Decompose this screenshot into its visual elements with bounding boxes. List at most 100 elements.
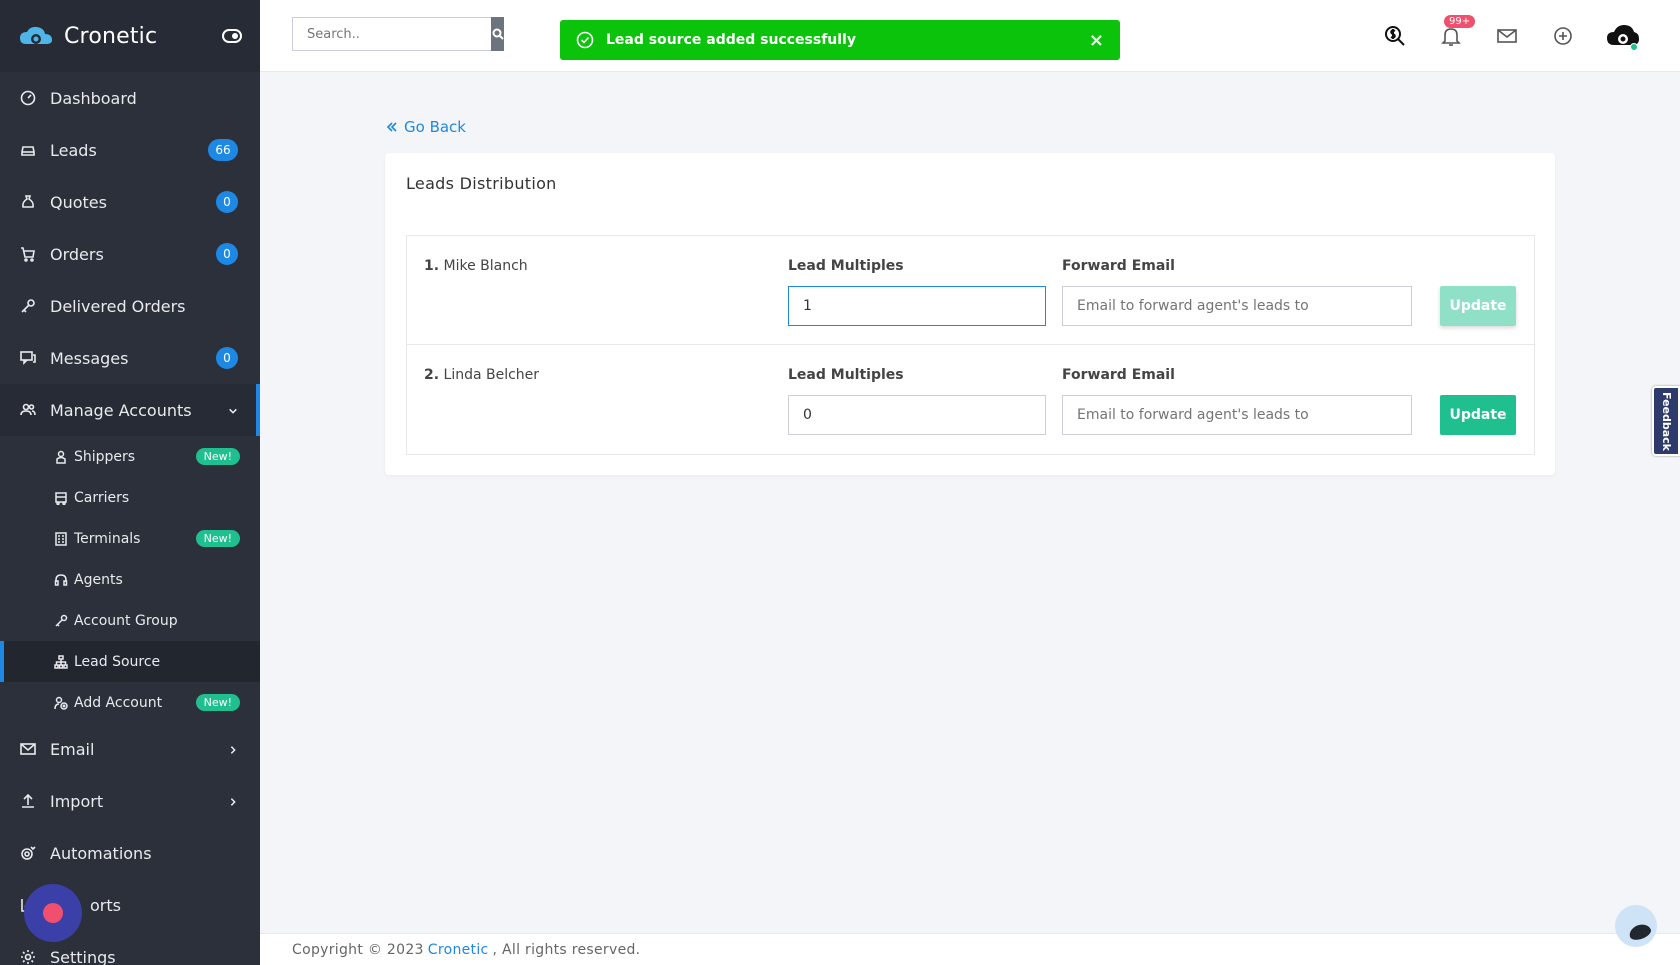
chat-widget-icon[interactable] [1615,905,1657,947]
success-toast: Lead source added successfully × [560,20,1120,60]
lead-multiples-input[interactable] [788,395,1046,435]
chevron-right-icon [228,796,238,806]
go-back-label: Go Back [404,118,466,136]
sidebar-item-manage-accounts[interactable]: Manage Accounts [0,384,260,436]
sidebar-subitem-label: Lead Source [74,653,161,670]
truck-icon [54,491,68,505]
headset-icon [54,573,68,587]
update-button[interactable]: Update [1440,286,1516,326]
agent-name: 2. Linda Belcher [424,367,539,383]
sidebar-item-email[interactable]: Email [0,723,260,775]
sidebar-item-label: Dashboard [50,88,137,108]
topbar: Lead source added successfully × 99+ [260,0,1680,72]
agent-name-text: Mike Blanch [443,258,528,274]
update-button[interactable]: Update [1440,395,1516,435]
sidebar-subitem-label: Shippers [74,448,136,465]
sidebar-item-label: Delivered Orders [50,296,186,316]
sidebar-item-label: Quotes [50,192,107,212]
sidebar-item-label: orts [90,895,121,915]
feedback-tab[interactable]: Feedback [1652,386,1680,456]
sidebar-item-label: Orders [50,244,104,264]
gear-icon [20,949,36,965]
cart-icon [20,246,36,262]
forward-email-input[interactable] [1062,286,1412,326]
sidebar-subitem-agents[interactable]: Agents [0,559,260,600]
sidebar-item-orders[interactable]: Orders 0 [0,228,260,280]
table-row: 1. Mike Blanch Lead Multiples Forward Em… [407,236,1534,345]
sidebar-subitem-label: Terminals [74,530,141,547]
sidebar-subitem-label: Account Group [74,612,178,629]
sidebar-item-label: Leads [50,140,97,160]
search-input[interactable] [292,17,491,51]
row-number: 2. [424,367,440,383]
new-badge: New! [195,694,240,711]
money-bag-icon [20,194,36,210]
sidebar-subitem-label: Add Account [74,694,163,711]
user-plus-icon [54,696,68,710]
card-title: Leads Distribution [406,174,557,193]
sidebar-item-label: Manage Accounts [50,400,192,420]
sidebar-subitem-add-account[interactable]: Add Account New! [0,682,260,723]
leads-distribution-card: Leads Distribution 1. Mike Blanch Lead M… [385,153,1555,475]
go-back-link[interactable]: Go Back [386,118,466,136]
notifications-button[interactable]: 99+ [1438,15,1476,49]
automation-icon [20,845,36,861]
toast-close-button[interactable]: × [1089,30,1104,51]
double-chevron-left-icon [386,122,397,132]
plus-circle-icon[interactable] [1550,23,1576,49]
brand: Cronetic [0,0,260,72]
avatar[interactable] [1606,23,1640,51]
search-button[interactable] [491,17,504,51]
forward-email-input[interactable] [1062,395,1412,435]
forward-email-label: Forward Email [1062,258,1175,274]
sidebar-item-dashboard[interactable]: Dashboard [0,72,260,124]
forward-email-label: Forward Email [1062,367,1175,383]
sidebar-subitem-lead-source[interactable]: Lead Source [0,641,260,682]
agents-table: 1. Mike Blanch Lead Multiples Forward Em… [406,235,1535,455]
sidebar-item-leads[interactable]: Leads 66 [0,124,260,176]
leads-count-badge: 66 [208,139,238,161]
sitemap-icon [54,654,68,669]
chevron-right-icon [228,744,238,754]
sidebar-subitem-shippers[interactable]: Shippers New! [0,436,260,477]
sidebar-subitem-terminals[interactable]: Terminals New! [0,518,260,559]
sidebar-item-automations[interactable]: Automations [0,827,260,879]
sidebar-subitem-account-group[interactable]: Account Group [0,600,260,641]
brand-name: Cronetic [64,23,158,49]
sidebar-item-label: Automations [50,843,152,863]
new-badge: New! [195,530,240,547]
envelope-icon[interactable] [1494,23,1520,49]
agent-name: 1. Mike Blanch [424,258,528,274]
record-dot-icon [43,903,63,923]
check-circle-icon [576,31,594,49]
manage-accounts-submenu: Shippers New! Carriers Terminals New! Ag… [0,436,260,723]
cloud-logo-icon [20,26,52,44]
orders-count-badge: 0 [216,243,238,265]
copyright-suffix: , All rights reserved. [492,941,641,958]
topbar-icons: 99+ [1382,15,1640,56]
bell-icon [1441,28,1461,46]
chat-icon [20,350,36,366]
person-icon [54,450,68,464]
sidebar-item-import[interactable]: Import [0,775,260,827]
sidebar-subitem-carriers[interactable]: Carriers [0,477,260,518]
search-icon [492,28,504,40]
sidebar-nav: Dashboard Leads 66 Quotes 0 Orders 0 Del… [0,72,260,436]
sidebar: Cronetic Dashboard Leads 66 Quotes 0 Ord… [0,0,260,965]
footer-brand-link[interactable]: Cronetic [428,942,489,958]
sidebar-toggle-icon[interactable] [222,29,242,43]
car-icon [20,142,36,158]
footer: Copyright © 2023 Cronetic , All rights r… [260,933,1680,965]
lead-multiples-input[interactable] [788,286,1046,326]
search-dollar-icon[interactable] [1382,23,1408,49]
sidebar-item-quotes[interactable]: Quotes 0 [0,176,260,228]
online-status-dot [1630,43,1638,51]
sidebar-item-messages[interactable]: Messages 0 [0,332,260,384]
sidebar-item-delivered-orders[interactable]: Delivered Orders [0,280,260,332]
record-button[interactable] [24,884,82,942]
sidebar-subitem-label: Carriers [74,489,130,506]
key-icon [54,614,68,628]
sidebar-item-label: Email [50,739,95,759]
quotes-count-badge: 0 [216,191,238,213]
sidebar-item-label: Settings [50,947,116,965]
